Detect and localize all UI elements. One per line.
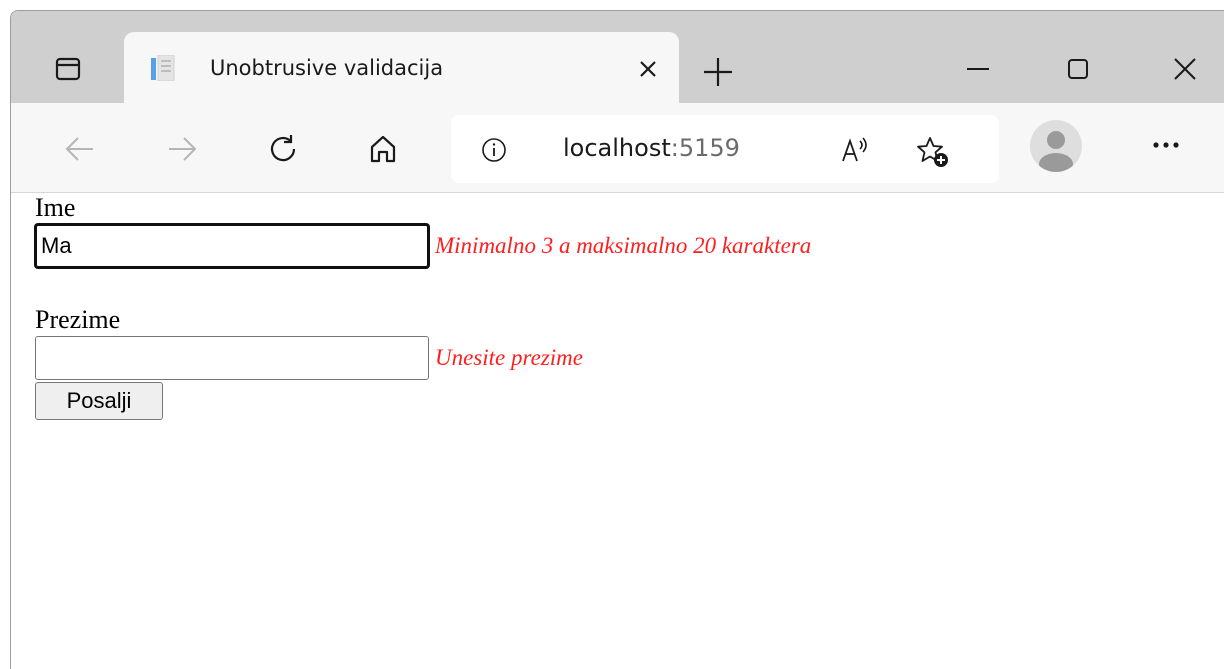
tab-active[interactable]: Unobtrusive validacija — [124, 32, 679, 103]
browser-window: Unobtrusive validacija localhost:5159 Im… — [10, 10, 1224, 669]
url-text[interactable]: localhost:5159 — [563, 134, 740, 162]
submit-button[interactable]: Posalji — [35, 382, 163, 420]
more-icon[interactable] — [1146, 130, 1186, 160]
maximize-icon[interactable] — [1056, 47, 1100, 91]
first-name-row: Minimalno 3 a maksimalno 20 karaktera — [35, 222, 1224, 270]
url-host: localhost — [563, 134, 671, 162]
minimize-icon[interactable] — [956, 47, 1000, 91]
read-aloud-icon[interactable] — [839, 133, 873, 167]
avatar-icon[interactable] — [1030, 120, 1082, 172]
tab-title: Unobtrusive validacija — [210, 56, 444, 80]
info-icon[interactable] — [481, 137, 507, 163]
last-name-input[interactable] — [35, 336, 429, 380]
arrow-left-icon[interactable] — [59, 129, 99, 169]
window-close-icon[interactable] — [1163, 47, 1207, 91]
arrow-right-icon[interactable] — [163, 129, 203, 169]
last-name-error: Unesite prezime — [435, 345, 583, 370]
first-name-label: Ime — [35, 193, 76, 222]
plus-icon[interactable] — [701, 55, 735, 89]
url-port: :5159 — [670, 134, 740, 162]
last-name-row: Unesite prezime — [35, 334, 1224, 382]
close-icon[interactable] — [636, 57, 660, 81]
tab-actions-icon[interactable] — [53, 54, 83, 84]
page-content: Ime Minimalno 3 a maksimalno 20 karakter… — [35, 194, 1224, 669]
first-name-input[interactable] — [35, 224, 429, 268]
home-icon[interactable] — [363, 129, 403, 169]
tab-bar: Unobtrusive validacija — [11, 11, 1224, 103]
refresh-icon[interactable] — [263, 129, 303, 169]
document-icon — [151, 54, 175, 82]
address-bar[interactable]: localhost:5159 — [451, 115, 999, 183]
add-favorite-icon[interactable] — [916, 135, 950, 169]
first-name-error: Minimalno 3 a maksimalno 20 karaktera — [435, 233, 812, 258]
last-name-label: Prezime — [35, 305, 121, 334]
